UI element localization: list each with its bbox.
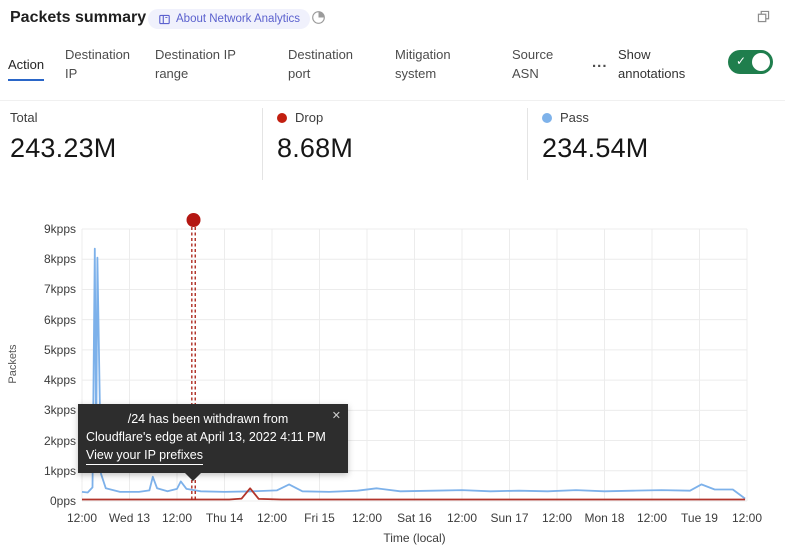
close-icon[interactable]: ✕ xyxy=(332,409,341,425)
y-tick-label: 9kpps xyxy=(0,222,76,236)
tab-source-asn[interactable]: Source ASN xyxy=(512,46,562,84)
tab-destination-port[interactable]: Destination port xyxy=(288,46,366,84)
show-annotations-label: Show annotations xyxy=(618,46,698,84)
stats-vertical-divider xyxy=(527,108,528,180)
check-icon: ✓ xyxy=(736,54,746,68)
more-tabs-button[interactable]: ... xyxy=(592,54,608,71)
annotation-dot[interactable] xyxy=(187,213,201,227)
x-axis-title: Time (local) xyxy=(82,531,747,545)
view-ip-prefixes-link[interactable]: View your IP prefixes xyxy=(86,447,203,466)
tab-mitigation-system[interactable]: Mitigation system xyxy=(395,46,465,84)
dimension-tabs: Action Destination IP Destination IP ran… xyxy=(0,0,785,100)
y-tick-label: 0pps xyxy=(0,494,76,508)
stat-drop-label: Drop xyxy=(295,110,323,125)
stat-total-value: 243.23M xyxy=(10,133,116,164)
packets-chart: Packets Time (local) 9kpps8kpps7kpps6kpp… xyxy=(0,210,785,555)
y-tick-label: 6kpps xyxy=(0,313,76,327)
tab-destination-ip-range[interactable]: Destination IP range xyxy=(155,46,247,84)
toggle-knob xyxy=(752,53,770,71)
y-tick-label: 1kpps xyxy=(0,464,76,478)
stat-total: Total 243.23M xyxy=(10,110,116,164)
stats-vertical-divider xyxy=(262,108,263,180)
stat-drop: Drop 8.68M xyxy=(277,110,353,164)
stat-pass-label: Pass xyxy=(560,110,589,125)
y-tick-label: 2kpps xyxy=(0,434,76,448)
tab-destination-ip[interactable]: Destination IP xyxy=(65,46,141,84)
y-tick-label: 7kpps xyxy=(0,282,76,296)
annotation-tooltip: /24 has been withdrawn from Cloudflare's… xyxy=(78,404,348,473)
y-tick-label: 4kpps xyxy=(0,373,76,387)
chart-plot-area xyxy=(0,210,785,555)
stat-drop-value: 8.68M xyxy=(277,133,353,164)
stat-pass: Pass 234.54M xyxy=(542,110,648,164)
pass-legend-dot xyxy=(542,113,552,123)
show-annotations-toggle[interactable]: ✓ xyxy=(728,50,773,74)
tooltip-line-2: Cloudflare's edge at April 13, 2022 4:11… xyxy=(86,429,338,447)
y-tick-label: 8kpps xyxy=(0,252,76,266)
stat-pass-value: 234.54M xyxy=(542,133,648,164)
tooltip-line-1: /24 has been withdrawn from xyxy=(86,411,338,429)
y-tick-label: 3kpps xyxy=(0,403,76,417)
x-tick-label: 12:00 xyxy=(715,511,779,525)
drop-legend-dot xyxy=(277,113,287,123)
stats-row: Total 243.23M Drop 8.68M Pass 234.54M xyxy=(0,100,785,190)
y-tick-label: 5kpps xyxy=(0,343,76,357)
stat-total-label: Total xyxy=(10,110,37,125)
tab-action[interactable]: Action xyxy=(8,56,44,75)
